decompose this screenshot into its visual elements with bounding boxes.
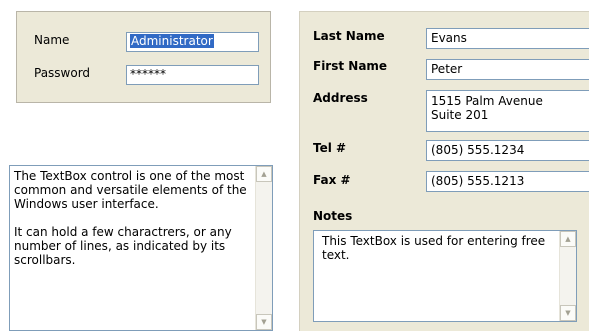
info-paragraph-2: It can hold a few charactrers, or any nu… bbox=[14, 225, 232, 267]
tel-value: (805) 555.1234 bbox=[431, 143, 525, 157]
address-line-1: 1515 Palm Avenue bbox=[431, 94, 543, 108]
address-line-2: Suite 201 bbox=[431, 108, 489, 122]
notes-text: This TextBox is used for entering free t… bbox=[322, 234, 546, 262]
scroll-up-icon[interactable]: ▲ bbox=[256, 166, 272, 182]
tel-field[interactable]: (805) 555.1234 bbox=[426, 140, 589, 161]
name-label: Name bbox=[34, 33, 70, 47]
last-name-label: Last Name bbox=[313, 29, 385, 43]
scroll-down-icon[interactable]: ▼ bbox=[560, 305, 576, 321]
tel-label: Tel # bbox=[313, 141, 347, 155]
notes-scrollbar[interactable]: ▲ ▼ bbox=[559, 231, 576, 321]
address-field[interactable]: 1515 Palm Avenue Suite 201 bbox=[426, 90, 589, 132]
fax-value: (805) 555.1213 bbox=[431, 174, 525, 188]
password-label: Password bbox=[34, 66, 91, 80]
login-panel: Name Administrator Password ****** bbox=[16, 11, 271, 103]
info-paragraph-1: The TextBox control is one of the most c… bbox=[14, 169, 247, 211]
info-text: The TextBox control is one of the most c… bbox=[14, 169, 252, 281]
first-name-label: First Name bbox=[313, 59, 388, 73]
notes-textbox[interactable]: This TextBox is used for entering free t… bbox=[313, 230, 577, 322]
first-name-value: Peter bbox=[431, 62, 463, 76]
first-name-field[interactable]: Peter bbox=[426, 59, 589, 80]
fax-label: Fax # bbox=[313, 173, 351, 187]
name-field[interactable]: Administrator bbox=[126, 32, 259, 52]
notes-label: Notes bbox=[313, 209, 353, 223]
fax-field[interactable]: (805) 555.1213 bbox=[426, 171, 589, 192]
last-name-field[interactable]: Evans bbox=[426, 28, 589, 49]
info-textbox[interactable]: The TextBox control is one of the most c… bbox=[9, 165, 273, 331]
address-label: Address bbox=[313, 91, 368, 105]
last-name-value: Evans bbox=[431, 31, 467, 45]
scroll-down-icon[interactable]: ▼ bbox=[256, 314, 272, 330]
password-field[interactable]: ****** bbox=[126, 65, 259, 85]
scroll-up-icon[interactable]: ▲ bbox=[560, 231, 576, 247]
password-value: ****** bbox=[130, 67, 166, 81]
info-scrollbar[interactable]: ▲ ▼ bbox=[255, 166, 272, 330]
name-value: Administrator bbox=[130, 34, 214, 48]
contact-panel: Last Name Evans First Name Peter Address… bbox=[299, 11, 589, 331]
